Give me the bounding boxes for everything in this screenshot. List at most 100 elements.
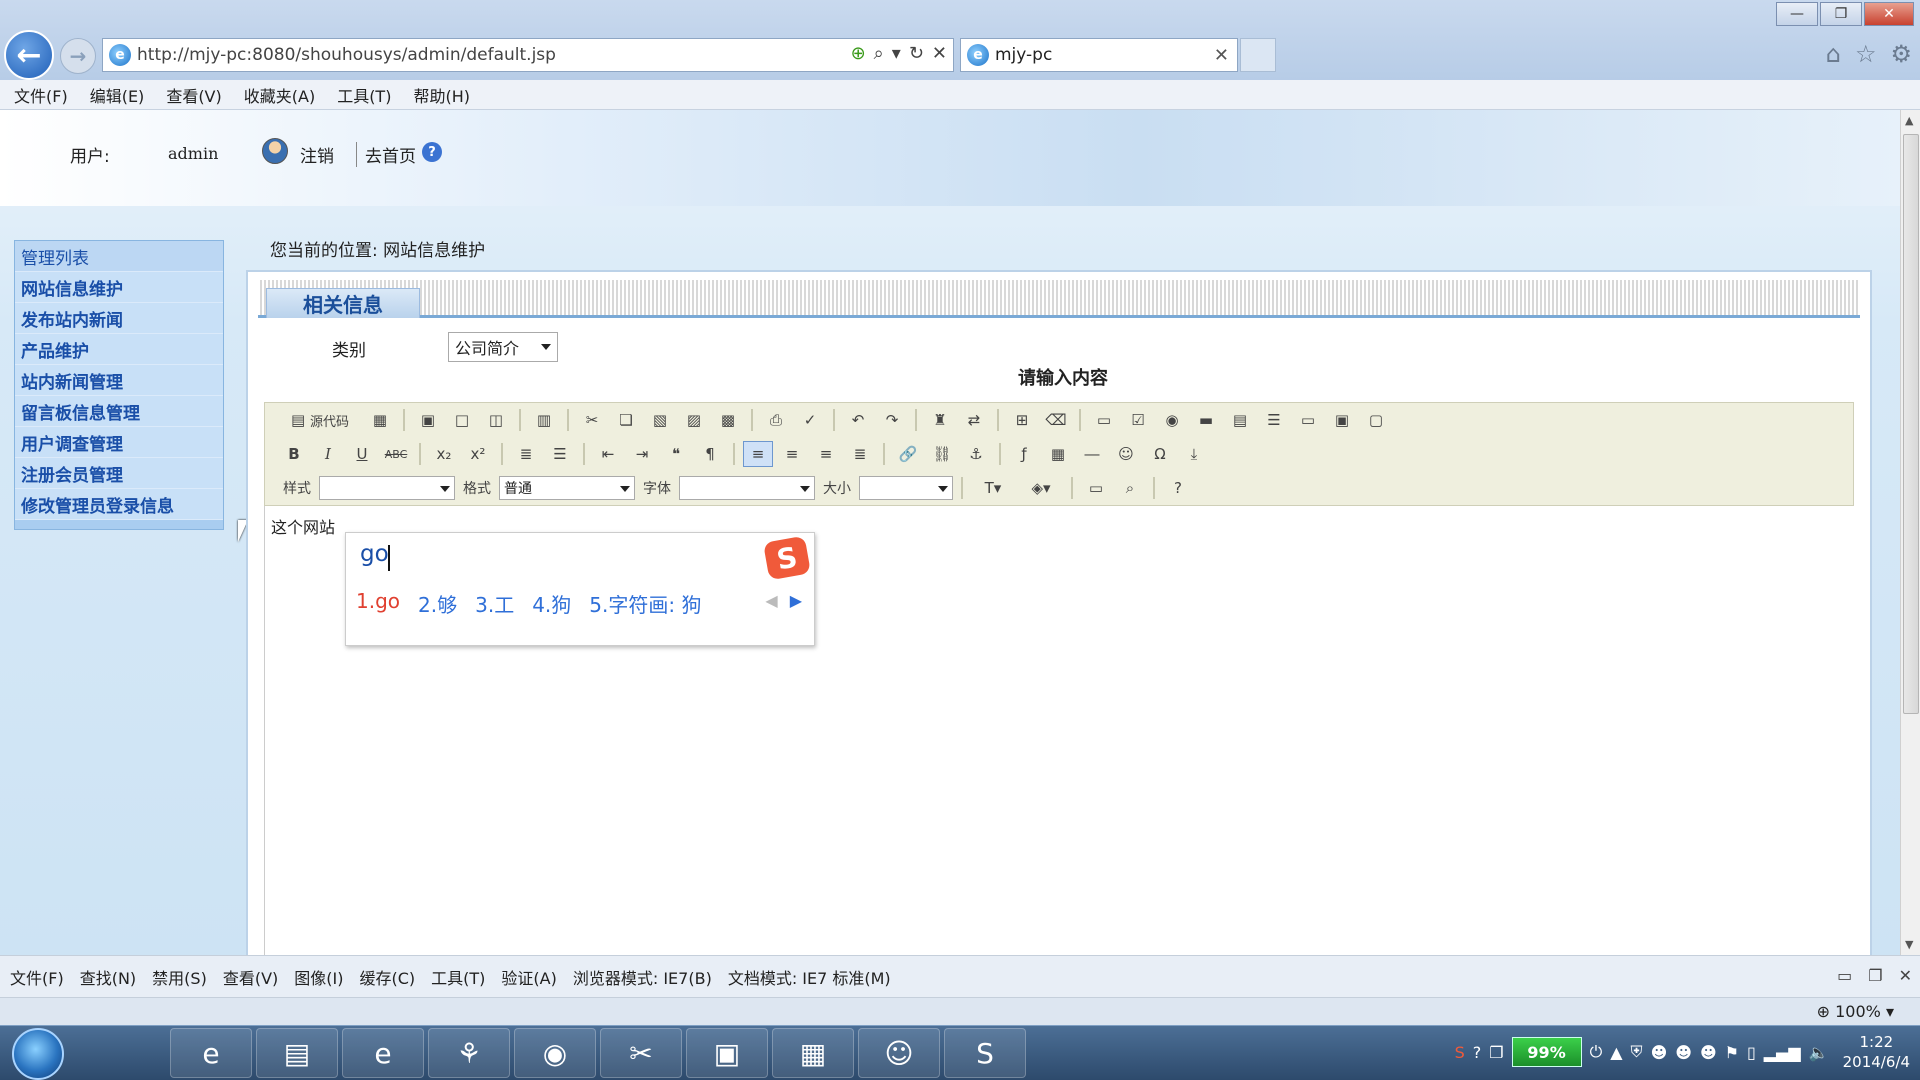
battery-indicator[interactable]: 99% [1511, 1037, 1582, 1067]
anchor-icon[interactable]: ⚓ [961, 441, 991, 467]
menu-tools[interactable]: 工具(T) [337, 83, 391, 107]
dropdown-icon[interactable]: ▾ [892, 43, 901, 64]
category-select[interactable]: 公司简介 [448, 332, 558, 362]
spellcheck-icon[interactable]: ✓ [795, 407, 825, 433]
menu-file[interactable]: 文件(F) [14, 83, 68, 107]
replace-icon[interactable]: ⇄ [959, 407, 989, 433]
zoom-level[interactable]: ⊕ 100% ▾ [1817, 1002, 1894, 1021]
align-right-icon[interactable]: ≡ [811, 441, 841, 467]
qq-icon-3[interactable]: ☻ [1700, 1043, 1717, 1062]
maximize-icon[interactable]: ▭ [1081, 475, 1111, 501]
dev-menu-find[interactable]: 查找(N) [80, 965, 136, 989]
align-center-icon[interactable]: ≡ [777, 441, 807, 467]
ime-candidate-1[interactable]: 1.go [356, 589, 400, 618]
ime-next-icon[interactable]: ▶ [790, 591, 802, 610]
sidebar-item-members[interactable]: 注册会员管理 [15, 458, 223, 489]
format-combo[interactable]: 普通 [499, 476, 635, 500]
dev-menu-validate[interactable]: 验证(A) [501, 965, 556, 989]
search-icon[interactable]: ⌕ [874, 43, 884, 64]
show-blocks-icon[interactable]: ⌕ [1115, 475, 1145, 501]
justify-icon[interactable]: ≣ [845, 441, 875, 467]
paste-word-icon[interactable]: ▩ [713, 407, 743, 433]
div-container-icon[interactable]: ¶ [695, 441, 725, 467]
flag-icon[interactable]: ⚑ [1725, 1043, 1739, 1062]
shield-icon[interactable]: ⛨ [1631, 1042, 1643, 1062]
blockquote-icon[interactable]: ❝ [661, 441, 691, 467]
menu-view[interactable]: 查看(V) [166, 83, 221, 107]
image-button-icon[interactable]: ▣ [1327, 407, 1357, 433]
align-left-icon[interactable]: ≡ [743, 441, 773, 467]
ime-prev-icon[interactable]: ◀ [765, 591, 777, 610]
stop-icon[interactable]: ✕ [932, 43, 947, 64]
sogou-tray-icon[interactable]: S [1455, 1043, 1465, 1062]
table-icon[interactable]: ▦ [1043, 441, 1073, 467]
device-icon[interactable]: ▯ [1747, 1043, 1756, 1062]
window-tray-icon[interactable]: ❐ [1489, 1043, 1503, 1062]
ime-candidate-2[interactable]: 2.够 [418, 589, 457, 618]
redo-icon[interactable]: ↷ [877, 407, 907, 433]
preview-icon[interactable]: ▦ [365, 407, 395, 433]
panel-tab-related-info[interactable]: 相关信息 [266, 288, 420, 318]
sidebar-item-surveys[interactable]: 用户调查管理 [15, 427, 223, 458]
smiley-icon[interactable]: ☺ [1111, 441, 1141, 467]
flash-icon[interactable]: ƒ [1009, 441, 1039, 467]
save-icon[interactable]: ▣ [413, 407, 443, 433]
dev-menu-file[interactable]: 文件(F) [10, 965, 64, 989]
character-taskbar-icon[interactable]: ☺ [858, 1028, 940, 1078]
firefox-taskbar-icon[interactable]: ◉ [514, 1028, 596, 1078]
background-color-icon[interactable]: ◈▾ [1019, 475, 1063, 501]
style-combo[interactable] [319, 476, 455, 500]
source-code-button[interactable]: ▤ 源代码 [279, 407, 361, 433]
subscript-icon[interactable]: x₂ [429, 441, 459, 467]
superscript-icon[interactable]: x² [463, 441, 493, 467]
menu-favorites[interactable]: 收藏夹(A) [244, 83, 315, 107]
explorer-taskbar-icon[interactable]: ▤ [256, 1028, 338, 1078]
about-icon[interactable]: ? [1163, 475, 1193, 501]
tray-expand-icon[interactable]: ▲ [1610, 1043, 1622, 1062]
size-combo[interactable] [859, 476, 953, 500]
sidebar-item-news-manage[interactable]: 站内新闻管理 [15, 365, 223, 396]
favorites-star-icon[interactable]: ☆ [1855, 40, 1877, 68]
sidebar-item-publish-news[interactable]: 发布站内新闻 [15, 303, 223, 334]
dev-menu-tools[interactable]: 工具(T) [431, 965, 485, 989]
undo-icon[interactable]: ↶ [843, 407, 873, 433]
sidebar-item-site-info[interactable]: 网站信息维护 [15, 272, 223, 303]
paste-text-icon[interactable]: ▨ [679, 407, 709, 433]
green-browser-taskbar-icon[interactable]: e [342, 1028, 424, 1078]
help-tray-icon[interactable]: ? [1473, 1043, 1482, 1062]
link-icon[interactable]: 🔗 [893, 441, 923, 467]
scroll-down-icon[interactable]: ▼ [1905, 938, 1913, 951]
form-icon[interactable]: ▭ [1089, 407, 1119, 433]
italic-icon[interactable]: I [313, 441, 343, 467]
computer-taskbar-icon[interactable]: ▣ [686, 1028, 768, 1078]
control-panel-taskbar-icon[interactable]: ▦ [772, 1028, 854, 1078]
qq-icon-1[interactable]: ☻ [1651, 1043, 1668, 1062]
strikethrough-icon[interactable]: ABC [381, 441, 411, 467]
radio-icon[interactable]: ◉ [1157, 407, 1187, 433]
paste-icon[interactable]: ▧ [645, 407, 675, 433]
textfield-icon[interactable]: ▬ [1191, 407, 1221, 433]
ie-taskbar-icon[interactable]: e [170, 1028, 252, 1078]
dev-document-mode[interactable]: 文档模式: IE7 标准(M) [728, 965, 891, 989]
underline-icon[interactable]: U [347, 441, 377, 467]
template-icon[interactable]: ▥ [529, 407, 559, 433]
power-plug-icon[interactable]: ⏻ [1590, 1042, 1603, 1062]
dev-close-icon[interactable]: ✕ [1899, 966, 1912, 985]
help-icon[interactable]: ? [422, 142, 442, 162]
select-all-icon[interactable]: ⊞ [1007, 407, 1037, 433]
textarea-icon[interactable]: ▤ [1225, 407, 1255, 433]
new-page-icon[interactable]: □ [447, 407, 477, 433]
network-app-taskbar-icon[interactable]: ⚘ [428, 1028, 510, 1078]
menu-edit[interactable]: 编辑(E) [90, 83, 145, 107]
new-tab-button[interactable] [1240, 38, 1276, 72]
print-preview-icon[interactable]: ◫ [481, 407, 511, 433]
select-field-icon[interactable]: ☰ [1259, 407, 1289, 433]
outdent-icon[interactable]: ⇤ [593, 441, 623, 467]
home-link[interactable]: 去首页 [356, 142, 416, 167]
checkbox-icon[interactable]: ☑ [1123, 407, 1153, 433]
tools-taskbar-icon[interactable]: ✂ [600, 1028, 682, 1078]
menu-help[interactable]: 帮助(H) [413, 83, 470, 107]
find-icon[interactable]: ♜ [925, 407, 955, 433]
minimize-button[interactable]: — [1776, 2, 1818, 26]
refresh-icon[interactable]: ↻ [909, 43, 924, 64]
